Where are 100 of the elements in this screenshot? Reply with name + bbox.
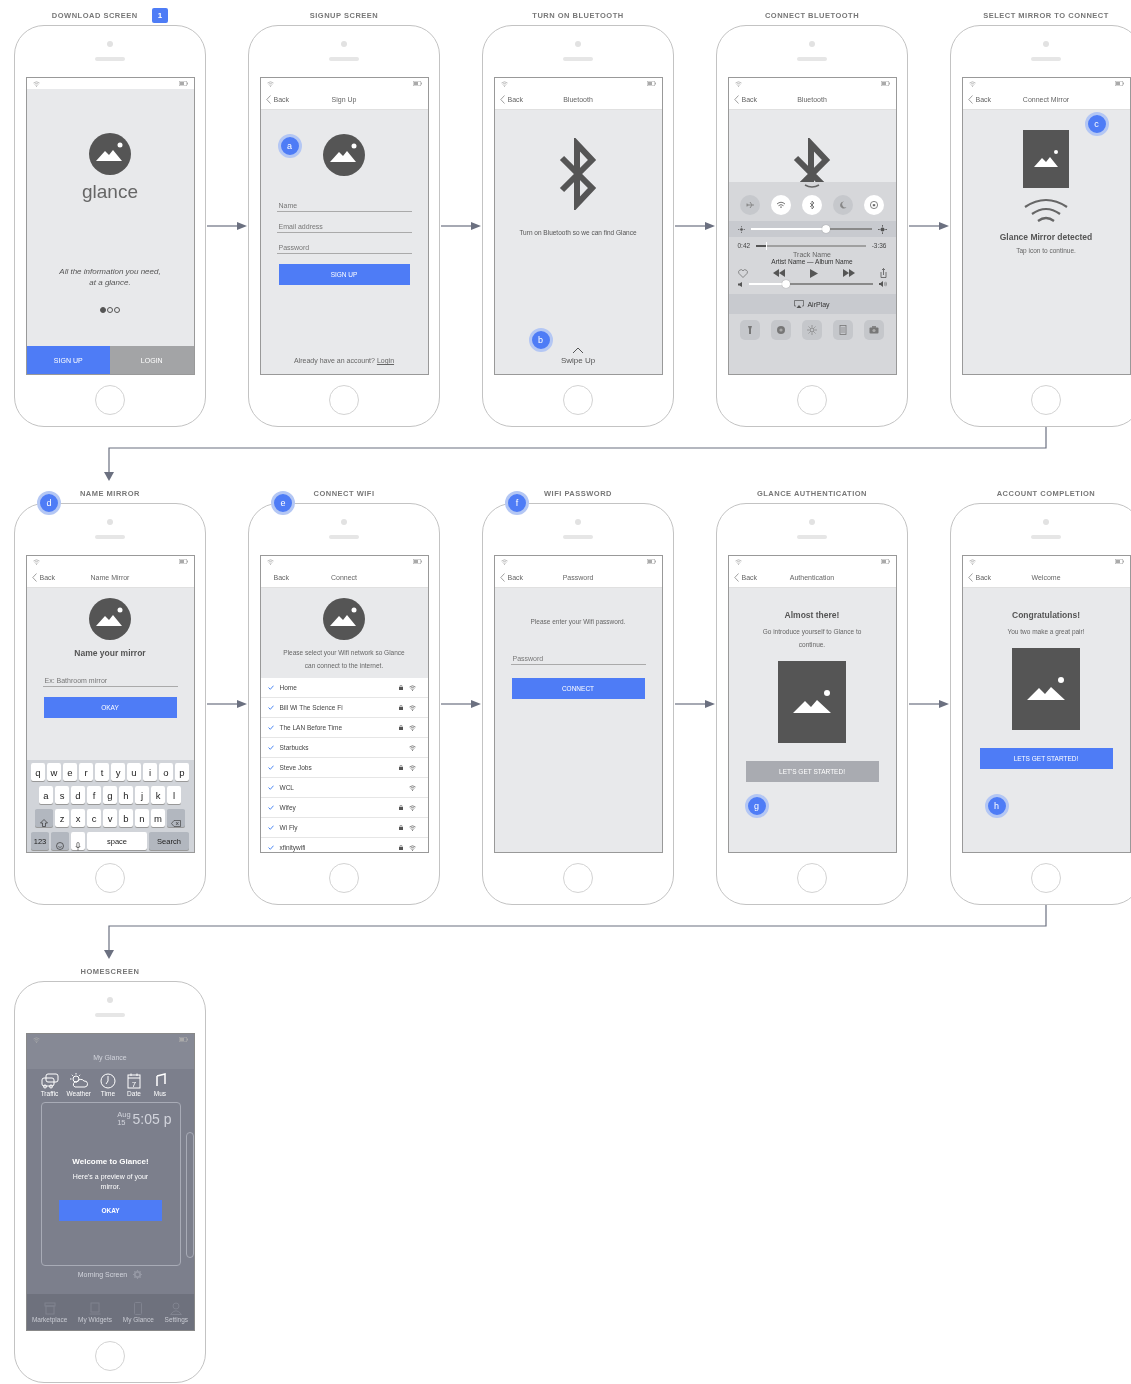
- rotation-toggle[interactable]: [864, 195, 884, 215]
- wifi-signal-icon: [1023, 198, 1069, 224]
- heart-icon[interactable]: [737, 268, 748, 278]
- chevron-left-icon: [733, 572, 739, 582]
- letter-key[interactable]: y: [111, 763, 125, 781]
- page-dot[interactable]: [100, 307, 106, 313]
- microphone-icon: [75, 841, 81, 851]
- flashlight-button[interactable]: [740, 320, 760, 340]
- weather-icon: [69, 1073, 88, 1089]
- image-placeholder-icon: [1012, 648, 1080, 730]
- letter-key[interactable]: o: [159, 763, 173, 781]
- letter-key[interactable]: x: [71, 809, 85, 827]
- shift-key[interactable]: [35, 809, 53, 827]
- wifi-toggle[interactable]: [771, 195, 791, 215]
- wifi-icon: [32, 1036, 40, 1043]
- camera-dot: [575, 41, 581, 47]
- step-marker: f: [505, 491, 529, 515]
- letter-key[interactable]: g: [103, 786, 117, 804]
- letter-key[interactable]: f: [87, 786, 101, 804]
- moon-toggle[interactable]: [833, 195, 853, 215]
- wifi-icon: [408, 724, 416, 731]
- step-marker: h: [984, 794, 1009, 818]
- speaker-low-icon: [737, 281, 743, 287]
- calculator-button[interactable]: [833, 320, 853, 340]
- camera-dot: [809, 519, 815, 525]
- rewind-icon[interactable]: [772, 269, 785, 277]
- wifi-icon: [968, 558, 976, 565]
- letter-key[interactable]: v: [103, 809, 117, 827]
- camera-button[interactable]: [864, 320, 884, 340]
- bluetooth-icon: [792, 138, 832, 182]
- letter-key[interactable]: e: [63, 763, 77, 781]
- timer-button[interactable]: [771, 320, 791, 340]
- delete-key[interactable]: [167, 809, 185, 827]
- fast-forward-icon[interactable]: [842, 269, 855, 277]
- clock-time: 5:05 p: [132, 1111, 172, 1127]
- letter-key[interactable]: w: [47, 763, 61, 781]
- flow-arrow: [206, 699, 248, 709]
- letter-key[interactable]: u: [127, 763, 141, 781]
- wifi-icon: [408, 704, 416, 711]
- app-name: glance: [82, 181, 138, 203]
- battery-icon: [646, 559, 656, 564]
- wifi-icon: [408, 824, 416, 831]
- share-icon[interactable]: [879, 268, 887, 278]
- step-marker: g: [744, 794, 769, 818]
- letter-key[interactable]: i: [143, 763, 157, 781]
- shift-icon: [40, 819, 48, 827]
- bluetooth-icon: [807, 200, 817, 210]
- letter-key[interactable]: q: [31, 763, 45, 781]
- battery-icon: [1114, 559, 1124, 564]
- wifi-icon: [408, 744, 416, 751]
- bluetooth-toggle[interactable]: [802, 195, 822, 215]
- chevron-up-icon: [572, 347, 584, 354]
- letter-key[interactable]: p: [175, 763, 189, 781]
- step-marker: e: [271, 491, 295, 515]
- letter-key[interactable]: z: [55, 809, 69, 827]
- microphone-key[interactable]: [71, 832, 85, 850]
- letter-key[interactable]: m: [151, 809, 165, 827]
- wifi-icon: [408, 764, 416, 771]
- battery-icon: [1114, 81, 1124, 86]
- letter-key[interactable]: t: [95, 763, 109, 781]
- camera-dot: [1043, 41, 1049, 47]
- letter-key[interactable]: r: [79, 763, 93, 781]
- letter-key[interactable]: k: [151, 786, 165, 804]
- letter-key[interactable]: n: [135, 809, 149, 827]
- settings-icon[interactable]: [133, 1270, 143, 1279]
- flow-arrow: [674, 221, 716, 231]
- camera-dot: [107, 997, 113, 1003]
- grabber-icon: [804, 184, 820, 189]
- airplane-toggle[interactable]: [740, 195, 760, 215]
- letter-key[interactable]: a: [39, 786, 53, 804]
- traffic-icon: [40, 1073, 59, 1089]
- wifi-icon: [408, 804, 416, 811]
- battery-icon: [646, 81, 656, 86]
- battery-icon: [178, 559, 188, 564]
- letter-key[interactable]: h: [119, 786, 133, 804]
- step-marker: b: [528, 328, 553, 352]
- smiley-icon: [56, 842, 64, 850]
- letter-key[interactable]: s: [55, 786, 69, 804]
- brightness-button[interactable]: [802, 320, 822, 340]
- emoji-key[interactable]: [51, 832, 69, 850]
- battery-icon: [412, 81, 422, 86]
- playback-progress[interactable]: [756, 244, 866, 247]
- chevron-left-icon: [967, 572, 973, 582]
- flow-arrow: [440, 221, 482, 231]
- play-icon[interactable]: [809, 268, 818, 278]
- tagline: All the information you need, at a glance.: [58, 266, 162, 288]
- letter-key[interactable]: b: [119, 809, 133, 827]
- wifi-icon: [266, 80, 274, 87]
- moon-icon: [838, 200, 848, 210]
- letter-key[interactable]: c: [87, 809, 101, 827]
- wifi-icon: [776, 200, 786, 210]
- flow-arrow: [908, 699, 950, 709]
- wifi-icon: [408, 844, 416, 851]
- letter-key[interactable]: d: [71, 786, 85, 804]
- rotation-icon: [869, 200, 879, 210]
- battery-icon: [178, 81, 188, 86]
- letter-key[interactable]: l: [167, 786, 181, 804]
- letter-key[interactable]: j: [135, 786, 149, 804]
- sun-icon: [877, 224, 887, 234]
- wifi-icon: [734, 80, 742, 87]
